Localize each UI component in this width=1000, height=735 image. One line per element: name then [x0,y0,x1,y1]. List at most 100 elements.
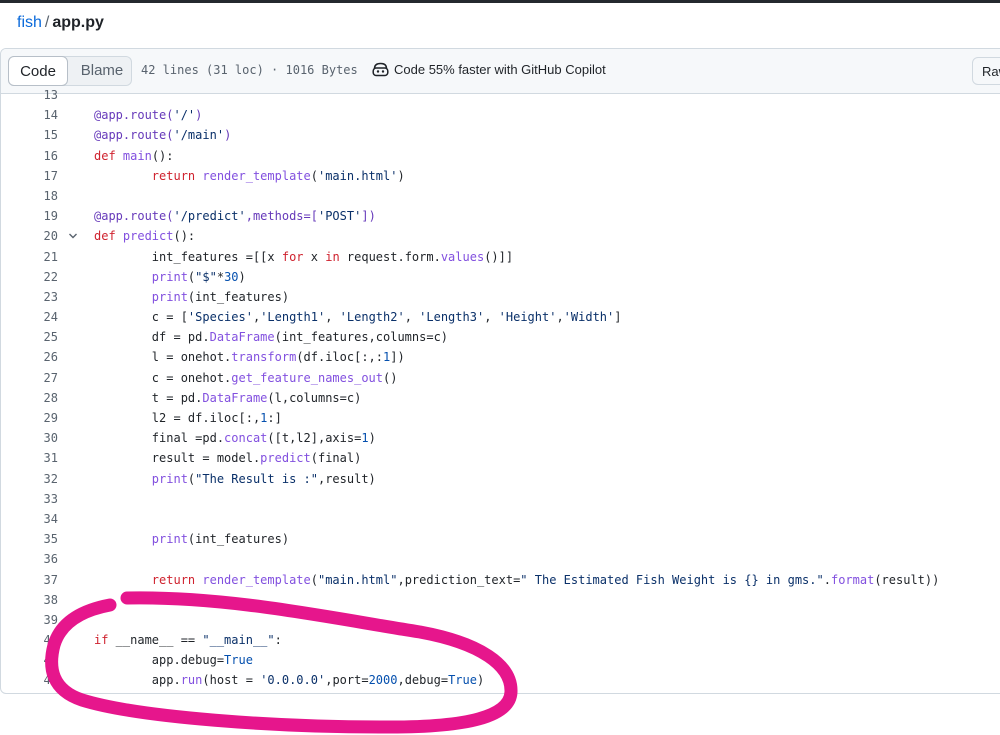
line-number[interactable]: 16 [1,146,58,166]
blame-tab-button[interactable]: Blame [73,56,131,86]
line-content: print(int_features) [94,287,289,307]
line-number[interactable]: 17 [1,166,58,186]
code-token: x [303,249,326,264]
line-number[interactable]: 29 [1,408,58,428]
line-number[interactable]: 39 [1,610,58,630]
code-line: 19 @app.route('/predict',methods=['POST']… [1,206,1000,226]
line-number[interactable]: 23 [1,287,58,307]
code-line: 21 int_features =[[x for x in request.fo… [1,247,1000,267]
line-number[interactable]: 32 [1,469,58,489]
code-line: 22 print("$"*30) [1,267,1000,287]
line-number[interactable]: 21 [1,247,58,267]
code-token: l = onehot. [94,350,232,365]
code-line: 42 app.run(host = '0.0.0.0',port=2000,de… [1,670,1000,690]
code-token: (result)) [874,572,940,587]
code-token: result = model. [94,451,261,466]
line-number[interactable]: 26 [1,347,58,367]
code-token: 'main.html' [317,168,398,183]
line-number[interactable]: 33 [1,489,58,509]
line-number[interactable]: 19 [1,206,58,226]
line-number[interactable]: 27 [1,368,58,388]
code-line: 41 app.debug=True [1,650,1000,670]
line-number[interactable]: 28 [1,388,58,408]
raw-button[interactable]: Raw [972,57,1000,85]
code-line: 24 c = ['Species','Length1', 'Length2', … [1,307,1000,327]
line-number[interactable]: 25 [1,327,58,347]
line-content: print(int_features) [94,529,289,549]
line-number[interactable]: 31 [1,448,58,468]
line-number[interactable]: 36 [1,549,58,569]
code-token: return [151,572,203,587]
code-token: transform [231,350,297,365]
code-token: predict [260,451,311,466]
code-token: t = pd. [94,390,203,405]
code-token: __name__ == [108,633,203,648]
code-line: 32 print("The Result is :",result) [1,469,1000,489]
code-token: ( [310,572,318,587]
code-token: DataFrame [202,390,268,405]
line-number[interactable]: 15 [1,125,58,145]
breadcrumb-repo-link[interactable]: fish [17,14,42,31]
code-token: , [325,310,340,325]
code-token: "__main__" [202,633,275,648]
code-token: "$" [195,269,217,284]
code-token: request.form. [339,249,441,264]
code-token: ,methods=[ [245,209,318,224]
copilot-link[interactable]: Code 55% faster with GitHub Copilot [372,62,606,77]
line-content: int_features =[[x for x in request.form.… [94,247,513,267]
code-token: run [180,673,203,688]
code-line: 39 [1,610,1000,630]
code-token: def [94,229,123,244]
line-number[interactable]: 34 [1,509,58,529]
line-number[interactable]: 13 [1,85,58,105]
code-tab-button[interactable]: Code [8,56,68,86]
line-content: l = onehot.transform(df.iloc[:,:1]) [94,347,405,367]
code-token: render_template [202,168,311,183]
code-line: 29 l2 = df.iloc[:,1:] [1,408,1000,428]
code-line: 31 result = model.predict(final) [1,448,1000,468]
code-line: 28 t = pd.DataFrame(l,columns=c) [1,388,1000,408]
code-token: in [325,249,340,264]
chevron-down-icon[interactable] [67,226,79,246]
line-content: def predict(): [94,226,195,246]
line-number[interactable]: 14 [1,105,58,125]
code-token: " The Estimated Fish Weight is {} in gms… [520,572,824,587]
line-number[interactable]: 40 [1,630,58,650]
line-number[interactable]: 18 [1,186,58,206]
code-line: 36 [1,549,1000,569]
line-content: final =pd.concat([t,l2],axis=1) [94,428,376,448]
code-line: 23 print(int_features) [1,287,1000,307]
line-number[interactable]: 42 [1,670,58,690]
code-token: ) [397,168,405,183]
code-token: * [216,269,225,284]
code-token: app. [94,673,181,688]
line-content: def main(): [94,146,174,166]
code-line: 34 [1,509,1000,529]
line-number[interactable]: 24 [1,307,58,327]
code-token: '/predict' [173,209,246,224]
line-number[interactable]: 38 [1,590,58,610]
view-mode-toggle: Code Blame [8,56,132,86]
code-line: 13 [1,85,1000,105]
code-token: . [823,572,831,587]
code-token: final =pd. [94,431,225,446]
line-number[interactable]: 30 [1,428,58,448]
line-number[interactable]: 41 [1,650,58,670]
code-token: (int_features) [187,289,290,304]
code-token: ()]] [484,249,514,264]
code-token: (): [173,229,196,244]
copilot-label: Code 55% faster with GitHub Copilot [394,62,606,77]
code-token: 'POST' [317,209,362,224]
code-token: ) [238,269,246,284]
breadcrumb: fish / app.py [17,14,104,32]
line-number[interactable]: 35 [1,529,58,549]
code-token: (l,columns=c) [267,390,362,405]
code-token: ,result) [317,471,376,486]
line-number[interactable]: 20 [1,226,58,246]
line-number[interactable]: 37 [1,570,58,590]
line-number[interactable]: 22 [1,267,58,287]
code-token: 'Length1' [260,310,326,325]
code-token: ,port= [325,673,369,688]
